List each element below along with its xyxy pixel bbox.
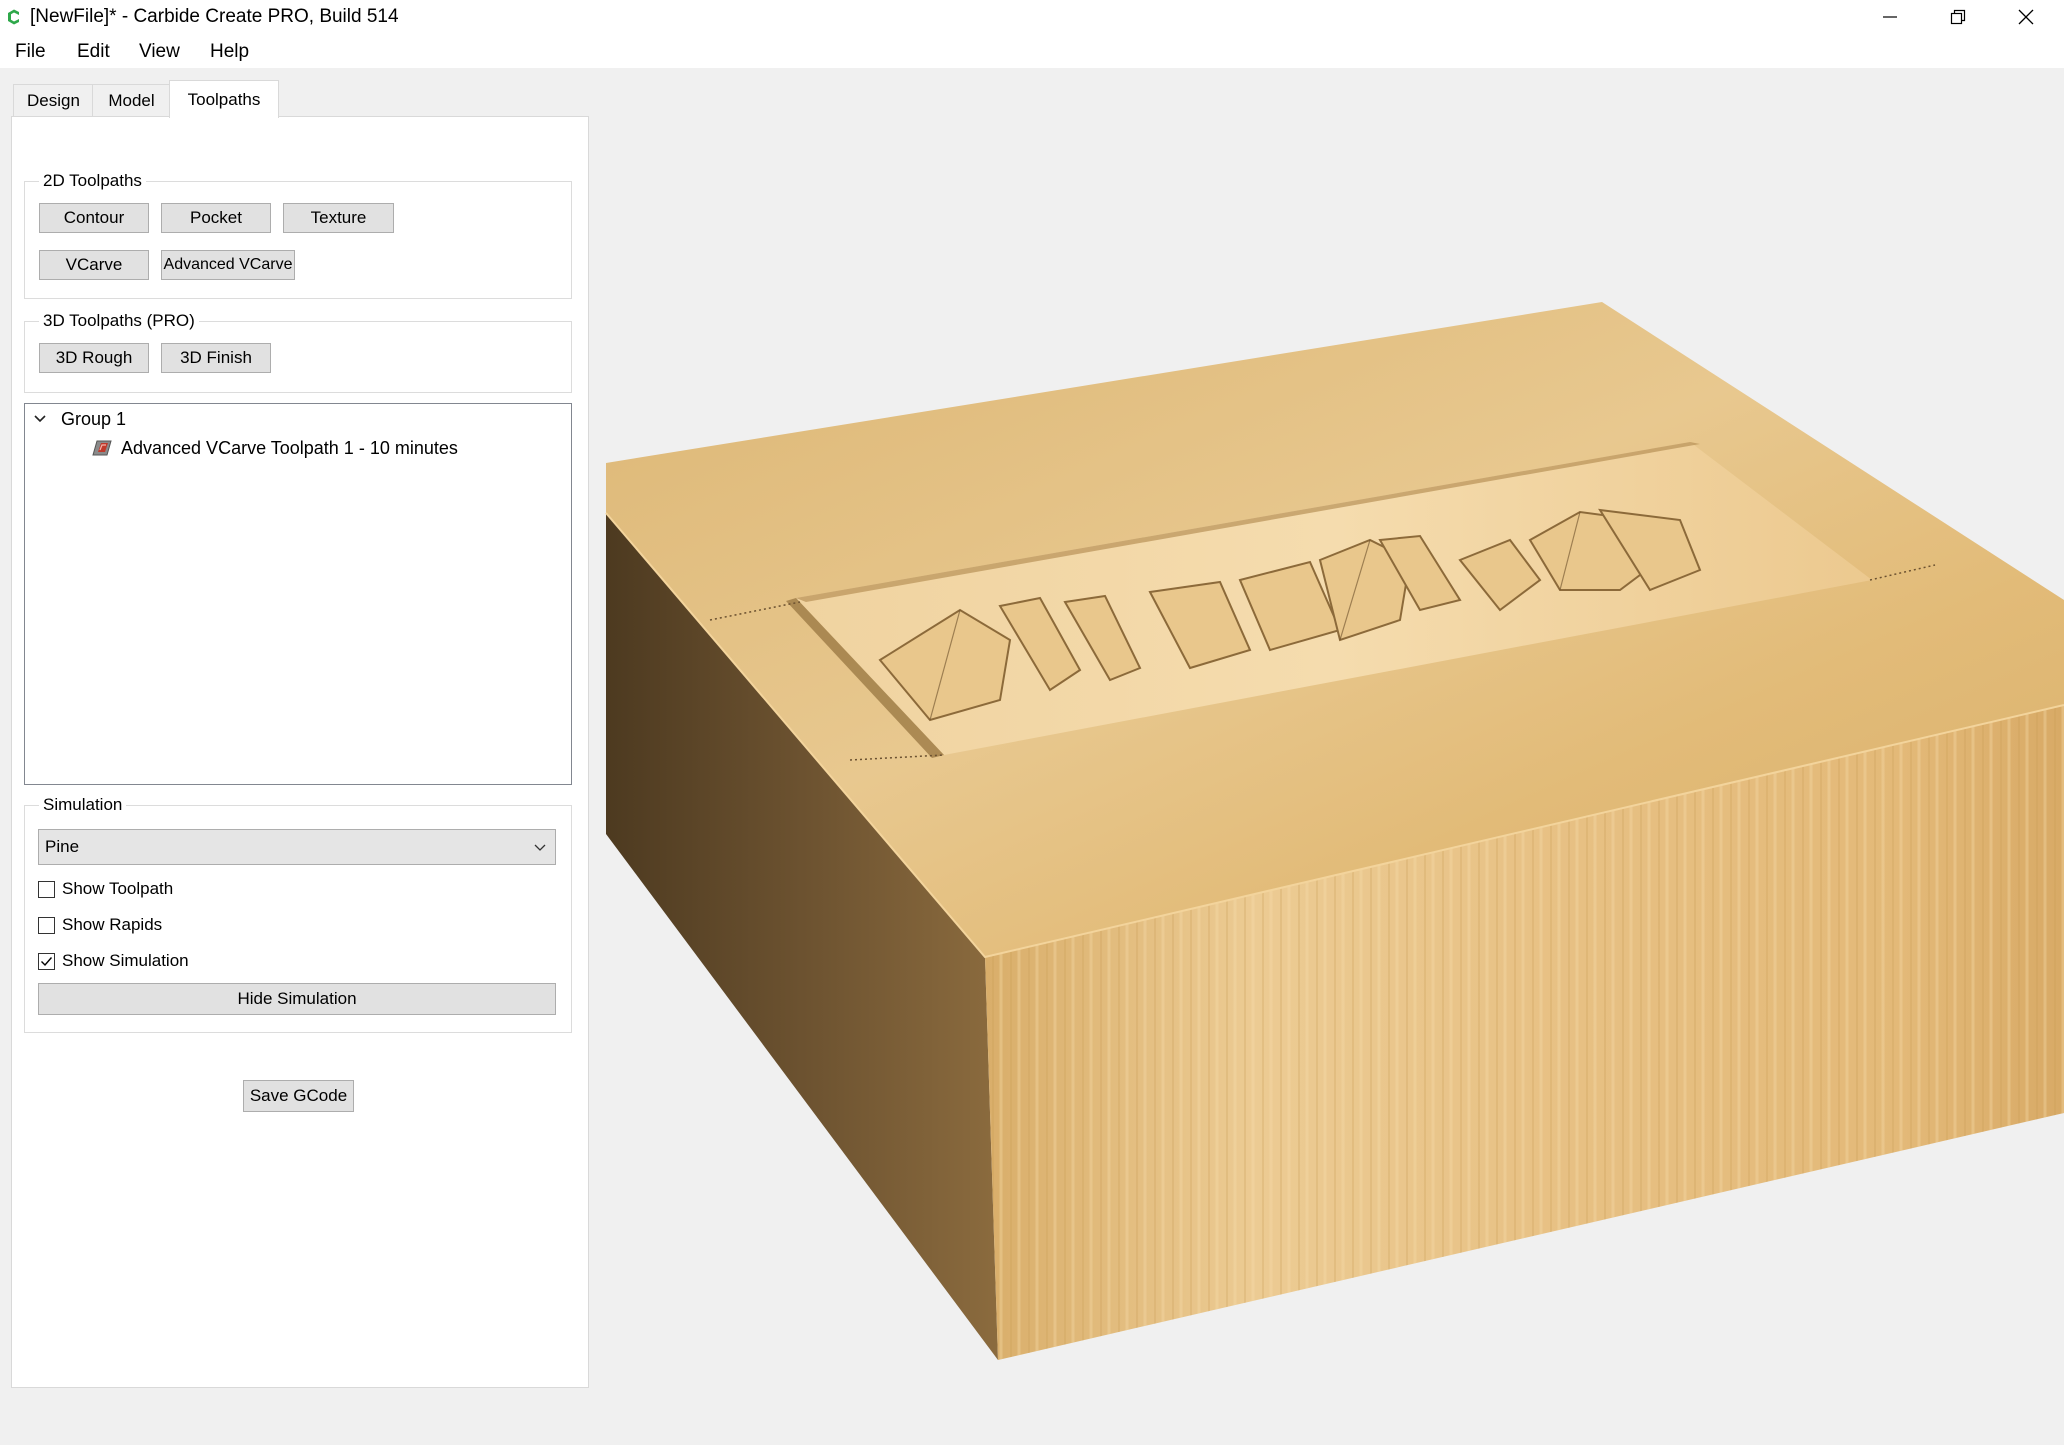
checkmark-icon	[41, 956, 53, 966]
hide-simulation-button[interactable]: Hide Simulation	[38, 983, 556, 1015]
vcarve-toolpath-icon	[92, 440, 112, 456]
3d-finish-button[interactable]: 3D Finish	[161, 343, 271, 373]
restore-button[interactable]	[1924, 0, 1992, 34]
group-title-2d: 2D Toolpaths	[39, 171, 146, 191]
show-simulation-checkbox[interactable]: Show Simulation	[38, 951, 189, 971]
vcarve-button[interactable]: VCarve	[39, 250, 149, 280]
show-rapids-label: Show Rapids	[62, 915, 163, 934]
chevron-down-icon	[534, 844, 546, 851]
minimize-button[interactable]	[1856, 0, 1924, 34]
tree-group-label[interactable]: Group 1	[61, 409, 126, 430]
show-toolpath-checkbox[interactable]: Show Toolpath	[38, 879, 173, 899]
tab-model[interactable]: Model	[92, 84, 171, 117]
menu-edit[interactable]: Edit	[77, 41, 110, 63]
toolpaths-panel: 2D Toolpaths Contour Pocket Texture VCar…	[11, 116, 589, 1388]
material-select[interactable]: Pine	[38, 829, 556, 865]
save-gcode-button[interactable]: Save GCode	[243, 1080, 354, 1112]
tab-design[interactable]: Design	[13, 84, 94, 117]
menu-help[interactable]: Help	[210, 41, 249, 63]
3d-rough-button[interactable]: 3D Rough	[39, 343, 149, 373]
3d-toolpaths-group: 3D Toolpaths (PRO) 3D Rough 3D Finish	[24, 311, 572, 393]
restore-icon	[1950, 9, 1966, 25]
checkbox-box[interactable]	[38, 916, 55, 934]
menu-view[interactable]: View	[139, 41, 180, 63]
2d-toolpaths-group: 2D Toolpaths Contour Pocket Texture VCar…	[24, 171, 572, 299]
close-icon	[2018, 9, 2034, 25]
contour-button[interactable]: Contour	[39, 203, 149, 233]
show-rapids-checkbox[interactable]: Show Rapids	[38, 915, 162, 935]
show-simulation-label: Show Simulation	[62, 951, 189, 970]
tab-toolpaths[interactable]: Toolpaths	[169, 80, 279, 118]
group-title-3d: 3D Toolpaths (PRO)	[39, 311, 199, 331]
window-title: [NewFile]* - Carbide Create PRO, Build 5…	[30, 6, 399, 27]
toolpath-tree[interactable]: Group 1 Advanced VCarve Toolpath 1 - 10 …	[24, 403, 572, 785]
carbide-create-icon	[8, 9, 19, 25]
minimize-icon	[1883, 16, 1897, 18]
advanced-vcarve-button[interactable]: Advanced VCarve	[161, 250, 295, 280]
toolpath-item[interactable]: Advanced VCarve Toolpath 1 - 10 minutes	[121, 438, 458, 459]
texture-button[interactable]: Texture	[283, 203, 394, 233]
title-bar: [NewFile]* - Carbide Create PRO, Build 5…	[0, 0, 2064, 34]
pocket-button[interactable]: Pocket	[161, 203, 271, 233]
checkbox-box[interactable]	[38, 952, 55, 970]
material-select-value: Pine	[45, 837, 80, 856]
group-title-simulation: Simulation	[39, 795, 127, 815]
menu-file[interactable]: File	[15, 41, 46, 63]
show-toolpath-label: Show Toolpath	[62, 879, 174, 898]
simulation-viewport[interactable]	[600, 68, 2064, 1440]
wood-block-render[interactable]	[600, 68, 2064, 1440]
menu-bar: File Edit View Help	[0, 34, 2064, 68]
close-button[interactable]	[1992, 0, 2060, 34]
checkbox-box[interactable]	[38, 880, 55, 898]
chevron-down-icon[interactable]	[33, 412, 47, 426]
